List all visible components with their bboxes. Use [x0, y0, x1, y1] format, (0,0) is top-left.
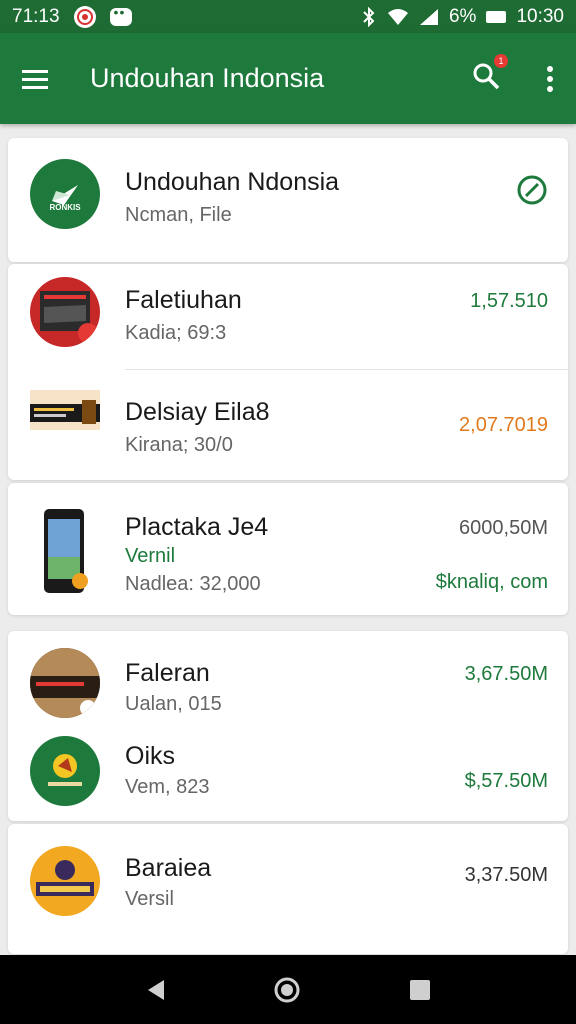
menu-icon[interactable]: [22, 69, 48, 89]
faleran-avatar: [30, 648, 100, 718]
item-name: Plactaka Je4: [125, 513, 269, 541]
item-value: 3,67.50M: [464, 663, 548, 685]
list-card-4: Baraiea Versil 3,37.50M: [8, 824, 568, 954]
featured-logo-text: RONKIS: [49, 203, 81, 212]
item-subtitle: Ualan, 015: [125, 693, 222, 715]
item-subtitle: Versil: [125, 888, 174, 910]
phone-thumbnail: [42, 507, 88, 595]
notification-icon: [73, 5, 96, 28]
item-link[interactable]: $knaliq, com: [436, 571, 548, 594]
compass-icon[interactable]: [516, 174, 548, 206]
list-item[interactable]: Delsiay Eila8 Kirana; 30/0 2,07.7019: [8, 370, 568, 480]
search-badge: 1: [494, 54, 508, 68]
list-item[interactable]: Oiks Vem, 823 $,57.50M: [8, 726, 568, 821]
item-subtitle: Kadia; 69:3: [125, 322, 227, 344]
delsiay-thumbnail: [30, 390, 100, 430]
item-value: 2,07.7019: [459, 414, 548, 436]
status-bar: 71:13 6% 10:30: [0, 0, 576, 33]
item-value: 6000,50M: [459, 517, 548, 539]
item-subtitle: Nadlea: 32,000: [125, 573, 261, 595]
system-nav-bar: [0, 955, 576, 1024]
back-icon[interactable]: [144, 978, 166, 1002]
item-value: 1,57.510: [470, 290, 548, 312]
wifi-icon: [387, 8, 408, 25]
item-subtitle: Vem, 823: [125, 776, 210, 798]
item-version: Vernil: [125, 545, 176, 567]
oiks-avatar: [30, 736, 100, 806]
featured-subtitle: Ncman, File: [125, 204, 232, 226]
featured-name: Undouhan Ndonsia: [125, 168, 340, 196]
app-title: Undouhan Indonsia: [90, 63, 325, 93]
battery-percent: 6%: [448, 5, 477, 27]
faletiuhan-avatar: [30, 277, 100, 347]
more-vert-icon[interactable]: [546, 65, 554, 92]
recents-icon[interactable]: [408, 978, 432, 1002]
featured-logo: RONKIS: [30, 159, 100, 229]
list-card-2: Plactaka Je4 Vernil Nadlea: 32,000 6000,…: [8, 483, 568, 615]
item-name: Faleran: [125, 659, 210, 687]
list-card-1: Faletiuhan Kadia; 69:3 1,57.510 Delsiay …: [8, 264, 568, 480]
app-bar: Undouhan Indonsia 1: [0, 33, 576, 124]
home-icon[interactable]: [273, 976, 301, 1004]
item-name: Faletiuhan: [125, 286, 242, 314]
list-item[interactable]: Baraiea Versil 3,37.50M: [8, 824, 568, 954]
battery-icon: [486, 10, 507, 23]
item-name: Oiks: [125, 742, 175, 770]
search-button[interactable]: 1: [472, 54, 508, 95]
item-name: Delsiay Eila8: [125, 398, 270, 426]
item-value: $,57.50M: [464, 770, 548, 792]
status-time-left: 71:13: [12, 5, 60, 27]
featured-card[interactable]: RONKIS Undouhan Ndonsia Ncman, File: [8, 138, 568, 262]
list-item[interactable]: Plactaka Je4 Vernil Nadlea: 32,000 6000,…: [8, 483, 568, 615]
chat-icon: [109, 4, 132, 26]
send-logo-icon: [52, 185, 78, 205]
item-value: 3,37.50M: [464, 864, 548, 886]
item-subtitle: Kirana; 30/0: [125, 434, 233, 456]
list-card-3: Faleran Ualan, 015 3,67.50M Oiks Vem, 82…: [8, 631, 568, 821]
signal-icon: [419, 8, 438, 25]
bluetooth-icon: [363, 6, 375, 27]
baraiea-avatar: [30, 846, 100, 916]
list-item[interactable]: Faletiuhan Kadia; 69:3 1,57.510: [8, 264, 568, 370]
item-name: Baraiea: [125, 854, 212, 882]
list-item[interactable]: Faleran Ualan, 015 3,67.50M: [8, 631, 568, 726]
status-time: 10:30: [516, 5, 564, 27]
